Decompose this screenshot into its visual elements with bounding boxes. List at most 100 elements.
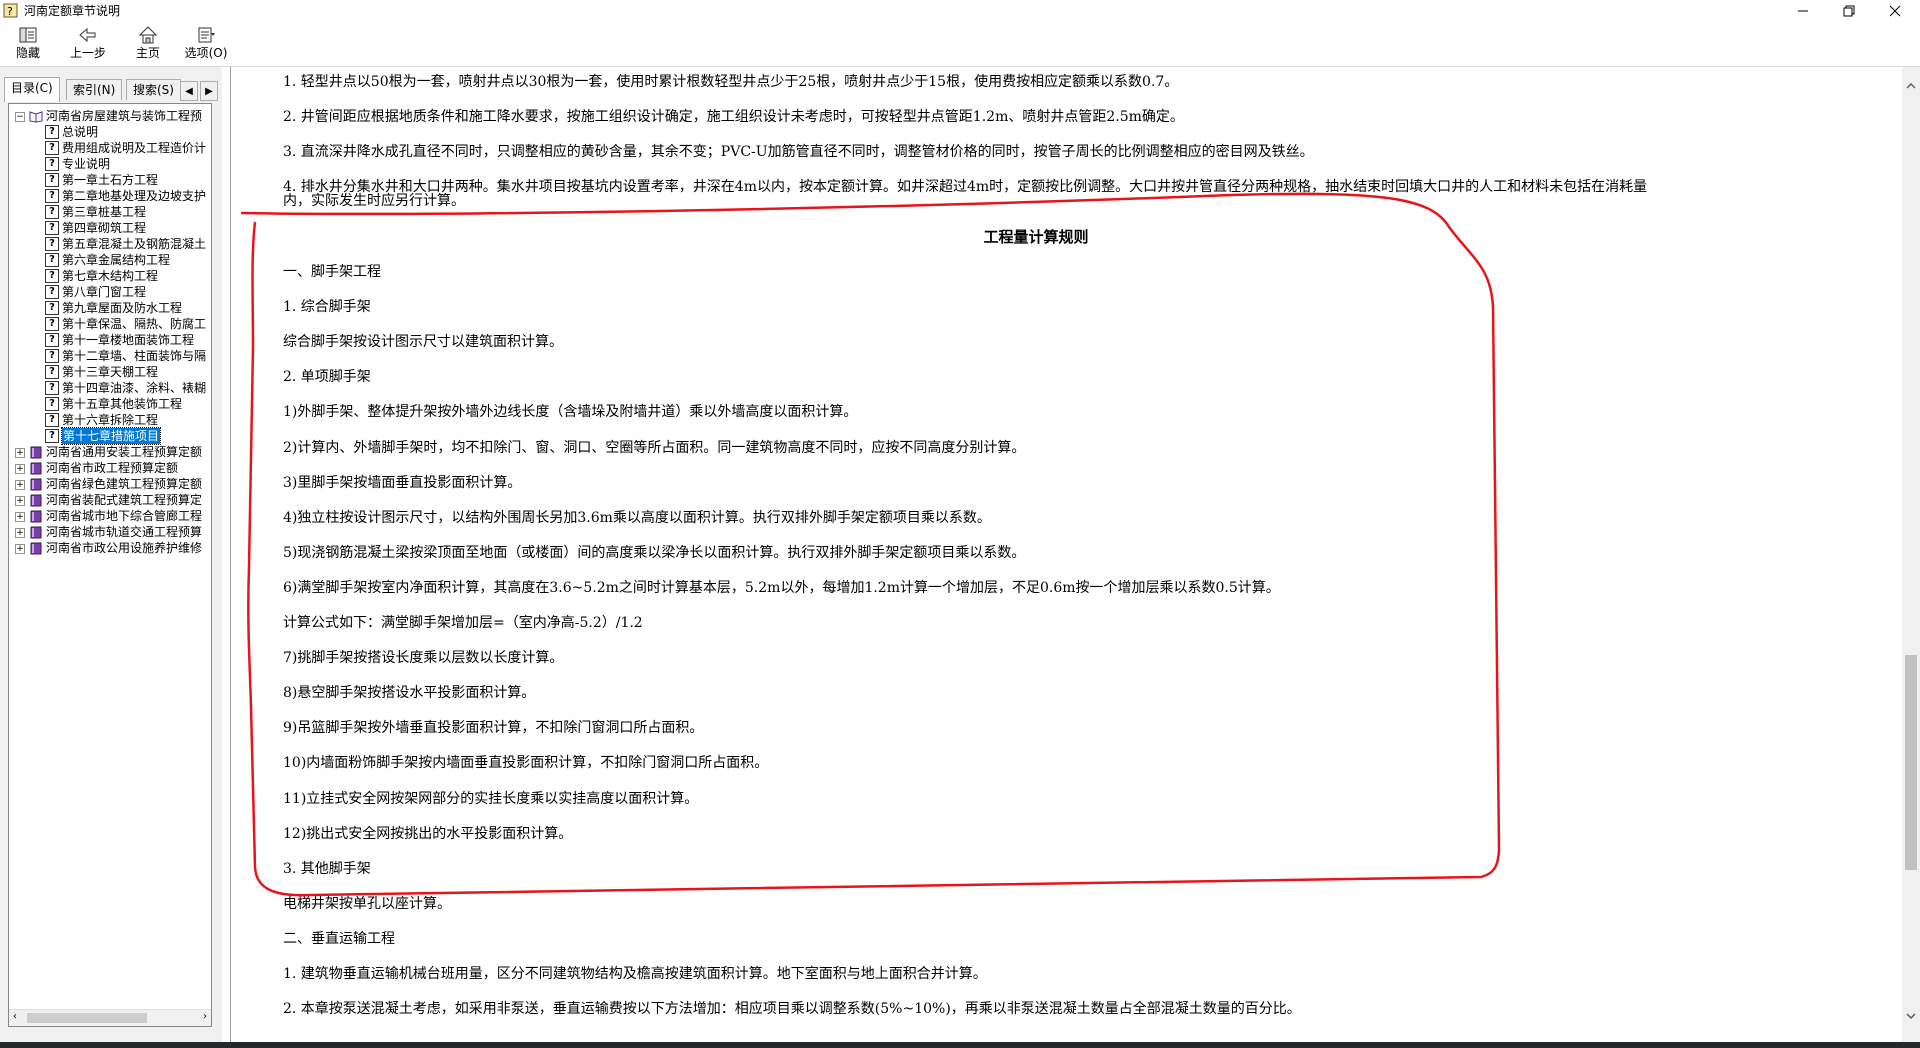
hide-label: 隐藏 — [15, 46, 40, 60]
tree-item-label: 第十六章拆除工程 — [62, 413, 159, 427]
tree-item-label: 河南省城市地下综合管廊工程 — [46, 509, 203, 523]
help-page-icon: ? — [45, 253, 59, 267]
tree-item-label: 河南省装配式建筑工程预算定 — [46, 493, 203, 507]
tree-page-item[interactable]: ? 第三章桩基工程 — [9, 204, 211, 220]
help-page-icon: ? — [45, 205, 59, 219]
tree-page-item[interactable]: ? 第十三章天棚工程 — [9, 364, 211, 380]
tree-book-item[interactable]: + 河南省通用安装工程预算定额 — [9, 444, 211, 460]
tab-index[interactable]: 索引(N) — [66, 79, 123, 100]
options-icon — [198, 27, 215, 43]
tree-page-item[interactable]: ? 第一章土石方工程 — [9, 172, 211, 188]
tree-page-item[interactable]: ? 第十六章拆除工程 — [9, 412, 211, 428]
tree-item-label: 第十四章油漆、涂料、裱糊 — [62, 381, 207, 395]
tree-page-item[interactable]: ? 第十章保温、隔热、防腐工 — [9, 316, 211, 332]
topic-content: 1. 轻型井点以50根为一套，喷射井点以30根为一套，使用时累计根数轻型井点少于… — [230, 67, 1903, 1042]
tree-book-item[interactable]: + 河南省城市轨道交通工程预算 — [9, 524, 211, 540]
tree-item-label: 河南省绿色建筑工程预算定额 — [46, 477, 203, 491]
expand-icon[interactable]: + — [15, 544, 25, 554]
tab-scroll-right-button[interactable]: ▶ — [200, 81, 218, 101]
expand-icon[interactable]: + — [15, 496, 25, 506]
tree-list: − 河南省房屋建筑与装饰工程预? 总说明? 费用组成说明及工程造价计? 专业说明? 第一章… — [9, 108, 211, 556]
open-book-icon — [29, 109, 43, 123]
tree-page-item[interactable]: ? 费用组成说明及工程造价计 — [9, 140, 211, 156]
tree-item-label: 河南省房屋建筑与装饰工程预 — [46, 109, 203, 123]
expand-icon[interactable]: + — [15, 464, 25, 474]
restore-button[interactable] — [1826, 0, 1872, 22]
tree-book-item[interactable]: + 河南省市政公用设施养护维修 — [9, 540, 211, 556]
collapse-icon[interactable]: − — [15, 112, 25, 122]
tree-page-item[interactable]: ? 第十一章楼地面装饰工程 — [9, 332, 211, 348]
tree-item-label: 第十五章其他装饰工程 — [62, 397, 183, 411]
close-button[interactable] — [1872, 0, 1918, 22]
tab-scroll-left-button[interactable]: ◀ — [180, 81, 198, 101]
expand-icon[interactable]: + — [15, 448, 25, 458]
tree-page-item[interactable]: ? 第四章砌筑工程 — [9, 220, 211, 236]
expand-icon[interactable]: + — [15, 512, 25, 522]
rule-line: 8)悬空脚手架按搭设水平投影面积计算。 — [283, 685, 536, 702]
tree-item-label: 第二章地基处理及边坡支护 — [62, 189, 207, 203]
tree-item-label: 第四章砌筑工程 — [62, 221, 147, 235]
rule-line: 综合脚手架按设计图示尺寸以建筑面积计算。 — [283, 334, 563, 351]
tree-book-item[interactable]: + 河南省装配式建筑工程预算定 — [9, 492, 211, 508]
help-page-icon: ? — [45, 349, 59, 363]
paragraph: 4. 排水井分集水井和大口井两种。集水井项目按基坑内设置考率，井深在4m以内，按… — [283, 179, 1648, 195]
scroll-up-icon — [1906, 83, 1916, 89]
help-page-icon: ? — [45, 173, 59, 187]
help-page-icon: ? — [45, 269, 59, 283]
help-page-icon: ? — [45, 317, 59, 331]
rule-line: 12)挑出式安全网按挑出的水平投影面积计算。 — [283, 825, 573, 842]
tree-root-item[interactable]: − 河南省房屋建筑与装饰工程预 — [9, 108, 211, 124]
minimize-button[interactable] — [1780, 0, 1826, 22]
expand-icon[interactable]: + — [15, 528, 25, 538]
tree-item-label: 第十七章措施项目 — [60, 427, 162, 445]
tree-page-item[interactable]: ? 总说明 — [9, 124, 211, 140]
rule-line: 4)独立柱按设计图示尺寸，以结构外围周长另加3.6m乘以高度以面积计算。执行双排… — [283, 509, 991, 526]
home-button[interactable]: 主页 — [122, 24, 174, 64]
tree-item-label: 第五章混凝土及钢筋混凝土 — [62, 237, 207, 251]
help-page-icon: ? — [45, 381, 59, 395]
tree-page-item[interactable]: ? 第十七章措施项目 — [9, 427, 211, 445]
tree-page-item[interactable]: ? 第十四章油漆、涂料、裱糊 — [9, 380, 211, 396]
tree-item-label: 第八章门窗工程 — [62, 285, 147, 299]
tab-search[interactable]: 搜索(S) — [126, 79, 181, 100]
tree-item-label: 第一章土石方工程 — [62, 173, 159, 187]
tree-page-item[interactable]: ? 第二章地基处理及边坡支护 — [9, 188, 211, 204]
options-button[interactable]: 选项(O) — [180, 24, 232, 64]
help-page-icon: ? — [45, 285, 59, 299]
scrollbar-thumb[interactable] — [27, 1013, 147, 1023]
tree-book-item[interactable]: + 河南省城市地下综合管廊工程 — [9, 508, 211, 524]
tab-contents[interactable]: 目录(C) — [4, 77, 60, 102]
help-page-icon: ? — [45, 333, 59, 347]
help-page-icon: ? — [45, 429, 59, 443]
scrollbar-thumb[interactable] — [1905, 655, 1917, 870]
chevron-right-icon: ▶ — [205, 85, 213, 97]
tree-page-item[interactable]: ? 第七章木结构工程 — [9, 268, 211, 284]
tree-horizontal-scrollbar[interactable]: ‹ › — [9, 1009, 211, 1026]
taskbar — [0, 1042, 1920, 1048]
rule-line: 1. 综合脚手架 — [283, 299, 371, 316]
rule-line: 2. 本章按泵送混凝土考虑，如采用非泵送，垂直运输费按以下方法增加：相应项目乘以… — [283, 1001, 1301, 1018]
book-icon — [29, 525, 43, 539]
tree-page-item[interactable]: ? 第十二章墙、柱面装饰与隔 — [9, 348, 211, 364]
scroll-left-icon: ‹ — [13, 1011, 17, 1022]
back-button[interactable]: 上一步 — [62, 24, 114, 64]
paragraph: 3. 直流深井降水成孔直径不同时，只调整相应的黄砂含量，其余不变；PVC-U加筋… — [283, 144, 1314, 160]
rule-line: 3. 其他脚手架 — [283, 860, 371, 877]
chevron-left-icon: ◀ — [185, 85, 193, 97]
tree-page-item[interactable]: ? 专业说明 — [9, 156, 211, 172]
content-vertical-scrollbar[interactable] — [1902, 67, 1920, 1042]
help-page-icon: ? — [45, 125, 59, 139]
rule-line: 1. 建筑物垂直运输机械台班用量，区分不同建筑物结构及檐高按建筑面积计算。地下室… — [283, 966, 987, 982]
tree-page-item[interactable]: ? 第五章混凝土及钢筋混凝土 — [9, 236, 211, 252]
hide-button[interactable]: 隐藏 — [2, 24, 54, 64]
expand-icon[interactable]: + — [15, 480, 25, 490]
options-label: 选项(O) — [184, 46, 228, 60]
help-page-icon: ? — [45, 365, 59, 379]
tree-page-item[interactable]: ? 第九章屋面及防水工程 — [9, 300, 211, 316]
tree-book-item[interactable]: + 河南省市政工程预算定额 — [9, 460, 211, 476]
tree-page-item[interactable]: ? 第六章金属结构工程 — [9, 252, 211, 268]
tree-page-item[interactable]: ? 第十五章其他装饰工程 — [9, 396, 211, 412]
tree-page-item[interactable]: ? 第八章门窗工程 — [9, 284, 211, 300]
paragraph: 内，实际发生时应另行计算。 — [283, 193, 465, 209]
tree-book-item[interactable]: + 河南省绿色建筑工程预算定额 — [9, 476, 211, 492]
